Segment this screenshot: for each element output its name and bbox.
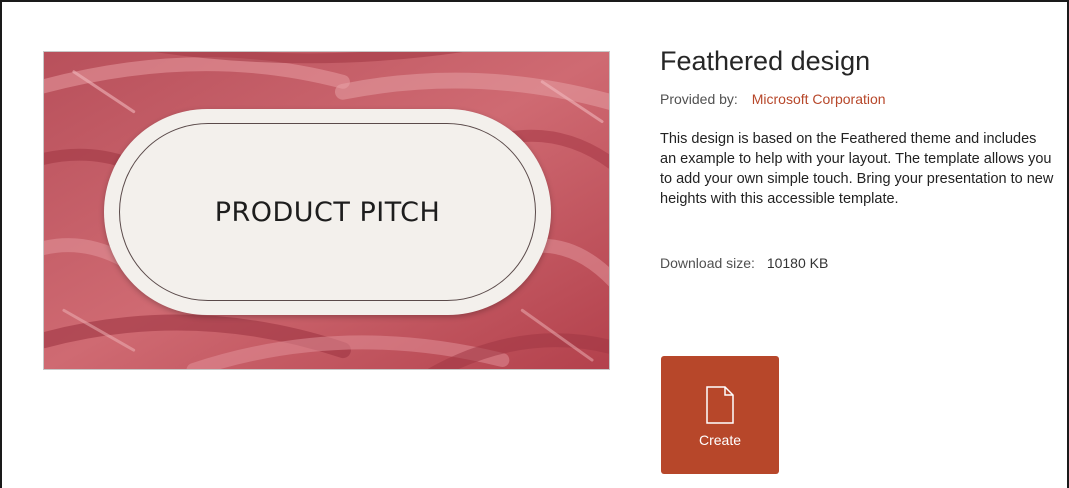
provider-label: Provided by: (660, 91, 738, 107)
template-description: This design is based on the Feathered th… (660, 131, 1054, 207)
preview-title: PRODUCT PITCH (214, 196, 441, 228)
document-icon (706, 386, 734, 424)
provider-row: Provided by: Microsoft Corporation (660, 91, 1060, 111)
download-size-value: 10180 KB (766, 255, 829, 271)
provider-name: Microsoft Corporation (751, 91, 886, 107)
title-pill-border: PRODUCT PITCH (119, 123, 536, 301)
template-info: Feathered design Provided by: Microsoft … (660, 43, 1060, 271)
template-preview: PRODUCT PITCH (43, 51, 610, 370)
title-pill: PRODUCT PITCH (104, 109, 551, 315)
download-size-label: Download size: (660, 255, 755, 271)
create-button[interactable]: Create (661, 356, 779, 474)
download-size-row: Download size: 10180 KB (660, 255, 1060, 271)
template-title: Feathered design (660, 46, 871, 76)
create-label: Create (698, 432, 742, 448)
